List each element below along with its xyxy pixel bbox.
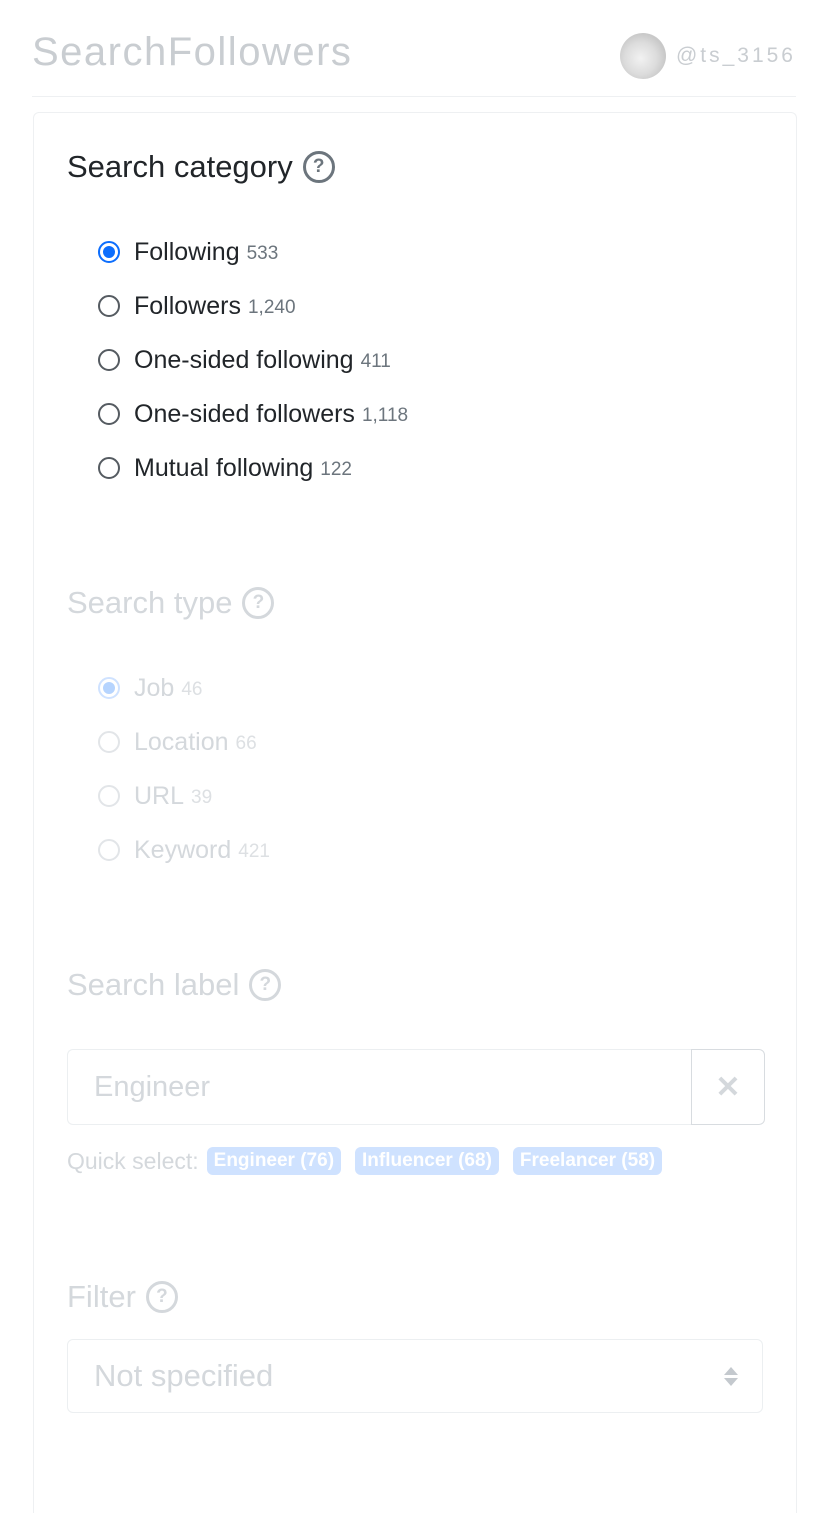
radio-label[interactable]: URL [134,782,184,811]
radio-button[interactable] [98,403,120,425]
radio-option-mutual-following[interactable]: Mutual following 122 [98,441,408,495]
radio-count: 533 [246,242,279,264]
close-icon: ✕ [715,1070,741,1104]
quick-select-badge-influencer[interactable]: Influencer (68) [355,1147,499,1175]
search-type-title-text: Search type [67,585,233,620]
filter-title: Filter ? [67,1279,178,1315]
radio-label[interactable]: Job [134,674,174,703]
radio-label[interactable]: One-sided followers [134,400,355,429]
radio-option-keyword[interactable]: Keyword 421 [98,823,270,877]
filter-title-text: Filter [67,1279,136,1314]
search-type-options: Job 46 Location 66 URL 39 Keyword 421 [98,661,270,877]
quick-select: Quick select: Engineer (76) Influencer (… [67,1147,663,1175]
avatar[interactable] [619,33,666,79]
search-label-input-group: Engineer ✕ [67,1049,765,1125]
radio-button[interactable] [98,839,120,861]
radio-count: 1,240 [247,296,296,318]
radio-count: 39 [191,786,213,808]
username[interactable]: @ts_3156 [676,44,796,68]
radio-count: 1,118 [361,404,409,426]
radio-button[interactable] [98,785,120,807]
radio-label[interactable]: One-sided following [134,346,354,375]
help-icon[interactable]: ? [145,1281,178,1313]
radio-option-location[interactable]: Location 66 [98,715,270,769]
radio-button[interactable] [98,295,120,317]
filter-select[interactable]: Not specified [67,1339,763,1413]
search-label-title-text: Search label [67,967,240,1002]
search-category-title-text: Search category [67,149,293,184]
clear-button[interactable]: ✕ [691,1049,765,1125]
radio-option-job[interactable]: Job 46 [98,661,270,715]
radio-option-one-sided-followers[interactable]: One-sided followers 1,118 [98,387,408,441]
radio-count: 411 [360,350,391,372]
filter-select-value: Not specified [94,1358,274,1393]
radio-option-following[interactable]: Following 533 [98,225,408,279]
search-label-input[interactable]: Engineer [67,1049,691,1125]
radio-count: 66 [235,732,257,754]
user-menu[interactable]: @ts_3156 [619,32,796,80]
search-type-title: Search type ? [67,585,275,621]
app-title[interactable]: SearchFollowers [32,30,352,75]
radio-label[interactable]: Keyword [134,836,231,865]
radio-label[interactable]: Followers [134,292,241,321]
search-form-card: Search category ? Following 533 Follower… [33,112,797,1513]
radio-button[interactable] [98,731,120,753]
quick-select-label: Quick select: [67,1147,199,1174]
radio-button[interactable] [98,349,120,371]
help-icon[interactable]: ? [242,587,275,619]
radio-option-one-sided-following[interactable]: One-sided following 411 [98,333,408,387]
radio-option-followers[interactable]: Followers 1,240 [98,279,408,333]
select-arrows-icon [724,1366,738,1386]
radio-option-url[interactable]: URL 39 [98,769,270,823]
radio-button[interactable] [98,457,120,479]
help-icon[interactable]: ? [249,969,282,1001]
app-header: SearchFollowers @ts_3156 [32,0,796,97]
search-category-options: Following 533 Followers 1,240 One-sided … [98,225,408,495]
radio-button[interactable] [98,241,120,263]
search-label-title: Search label ? [67,967,282,1003]
radio-count: 122 [320,458,352,480]
quick-select-badge-freelancer[interactable]: Freelancer (58) [512,1147,663,1175]
radio-label[interactable]: Location [134,728,229,757]
radio-count: 46 [181,678,203,700]
quick-select-badge-engineer[interactable]: Engineer (76) [206,1147,342,1175]
help-icon[interactable]: ? [302,151,335,183]
radio-button[interactable] [98,677,120,699]
search-category-title: Search category ? [67,149,335,185]
radio-label[interactable]: Following [134,238,240,267]
radio-label[interactable]: Mutual following [134,454,313,483]
radio-count: 421 [238,840,270,862]
